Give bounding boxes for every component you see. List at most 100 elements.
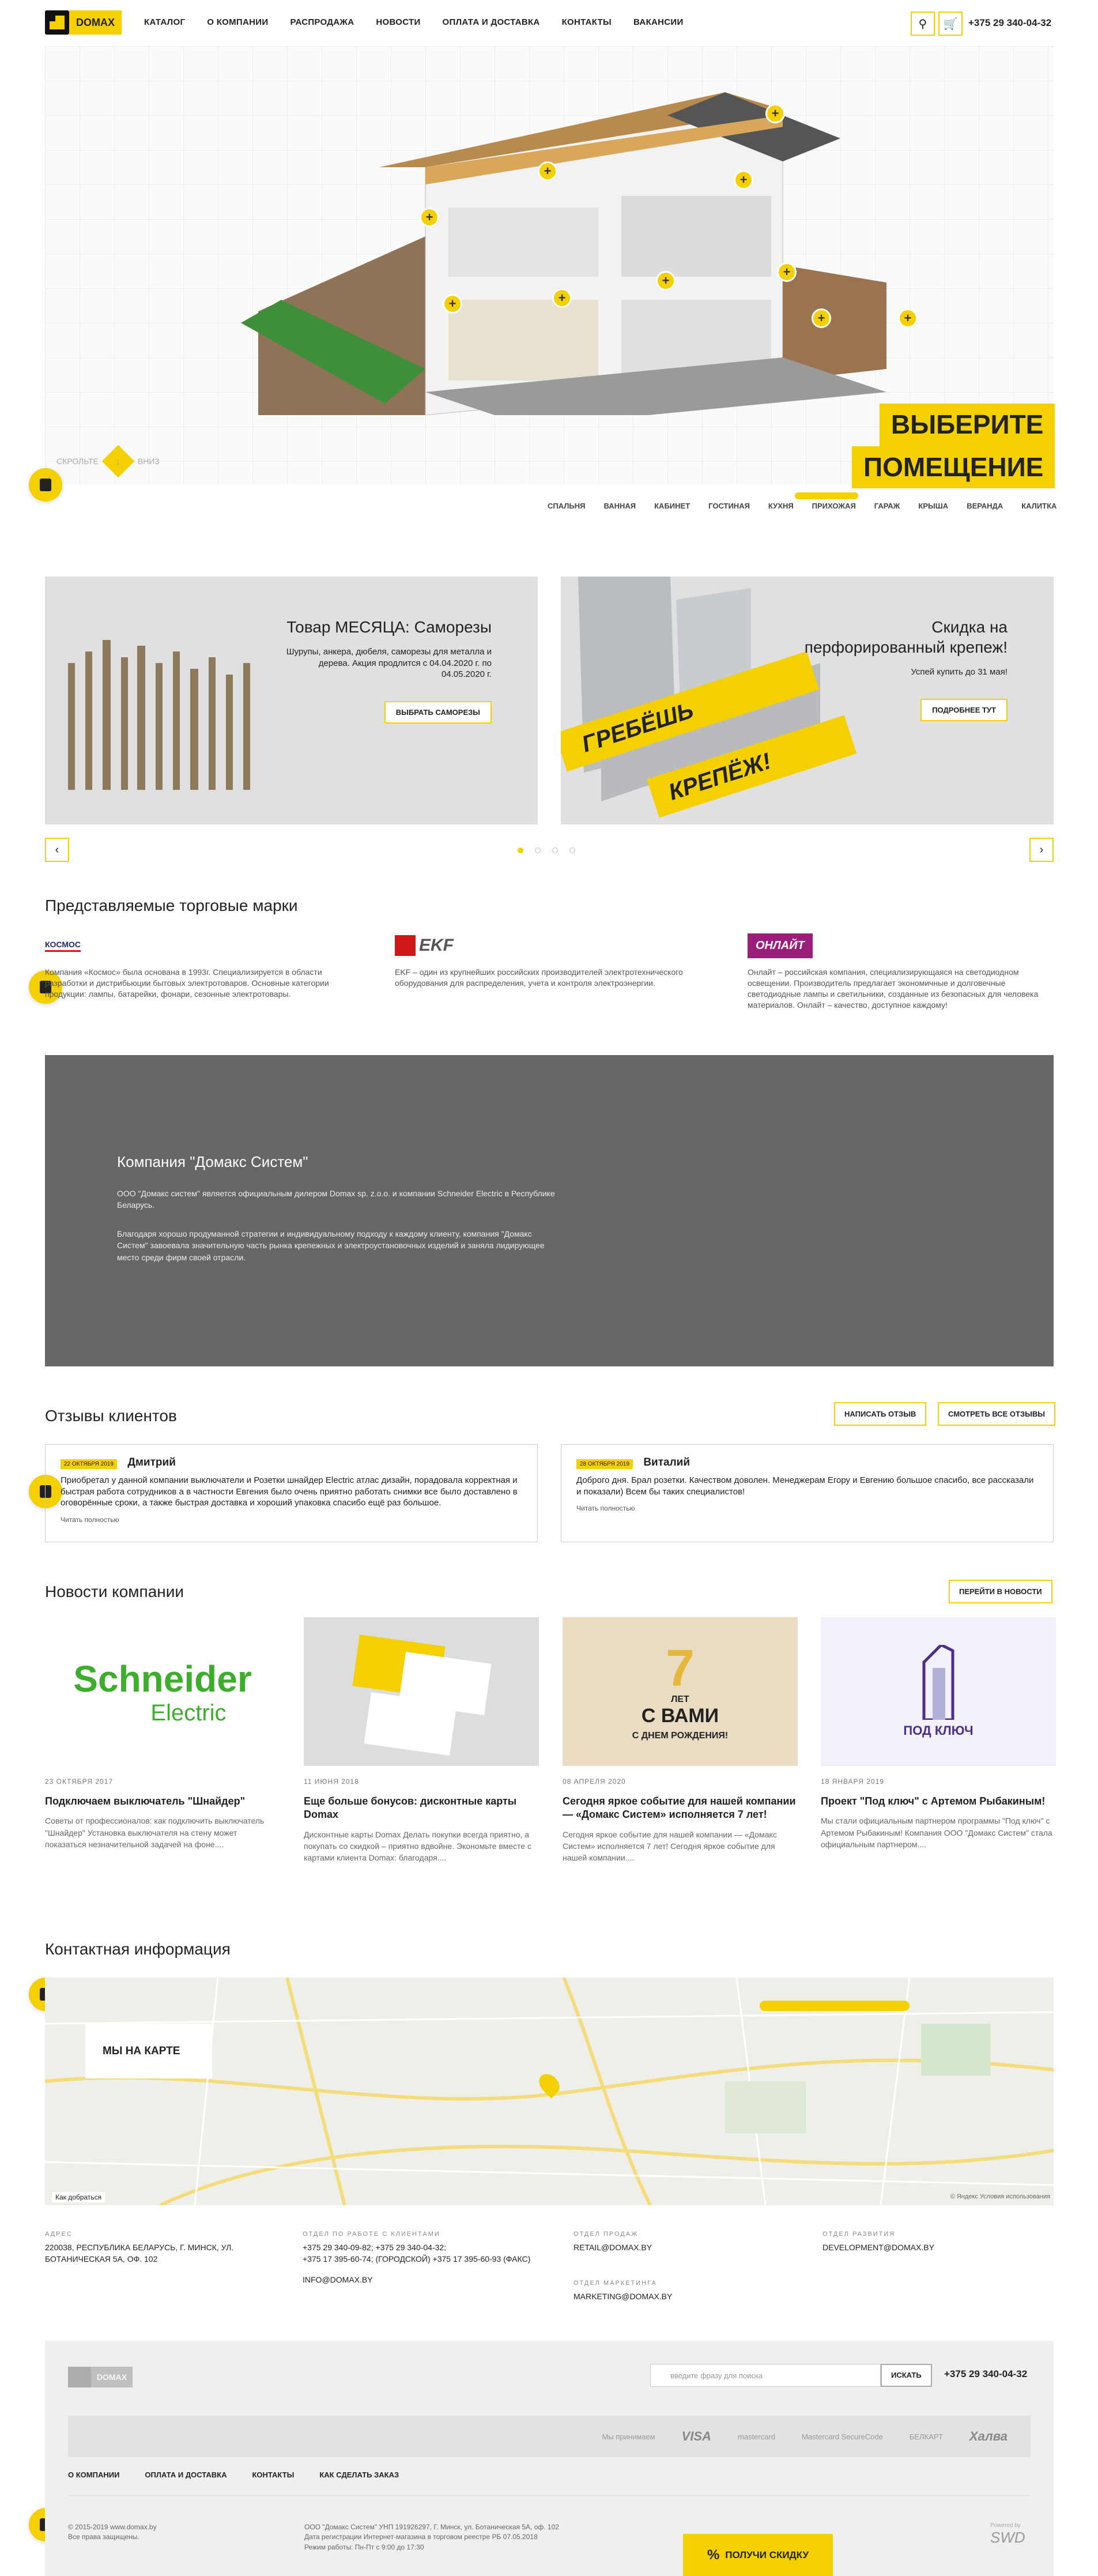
kosmos-logo[interactable]: КОСМОС [45,931,356,960]
hotspot-gate[interactable]: + [898,308,918,328]
hotspot-bedroom[interactable]: + [420,208,439,227]
go-to-news-button[interactable]: ПЕРЕЙТИ В НОВОСТИ [949,1580,1052,1603]
hotspot-roof[interactable]: + [538,161,557,181]
cart-button[interactable]: 🛒 [938,12,963,36]
slider-prev-button[interactable]: ‹ [45,838,69,862]
hotspot-office[interactable]: + [443,294,462,314]
room-tab[interactable]: КУХНЯ [768,502,794,510]
contacts-title: Контактная информация [45,1940,231,1958]
screws-image [68,640,250,790]
review-author: Дмитрий [127,1456,176,1468]
review-date: 22 ОКТЯБРЯ 2019 [61,1459,117,1469]
footer-logo[interactable]: DOMAX [68,2367,133,2387]
brand-ekf: EKF EKF – один из крупнейших российских … [395,931,695,989]
nav-payment[interactable]: ОПЛАТА И ДОСТАВКА [443,17,540,27]
site-footer: DOMAX введите фразу для поиска ИСКАТЬ +3… [45,2341,1054,2576]
chevron-right-icon: › [1039,843,1044,856]
footer-divider [68,2495,1031,2496]
promo-title: Товар МЕСЯЦА: Саморезы [286,618,492,636]
review-text: Приобретал у данной компании выключатели… [61,1475,518,1508]
news-card[interactable]: 7 ЛЕТ С ВАМИ С ДНЕМ РОЖДЕНИЯ! 08 АПРЕЛЯ … [563,1617,798,1864]
room-tab[interactable]: ВЕРАНДА [967,502,1003,510]
footer-link-contacts[interactable]: КОНТАКТЫ [252,2470,294,2479]
search-icon: ⚲ [918,17,927,31]
nav-about[interactable]: О КОМПАНИИ [207,17,268,27]
header-phone[interactable]: +375 29 340-04-32 [968,17,1051,29]
read-more-link[interactable]: Читать полностью [576,1504,1038,1512]
review-card: 22 ОКТЯБРЯ 2019 Дмитрий Приобретал у дан… [45,1444,538,1542]
halva-logo: Халва [969,2429,1008,2443]
nav-news[interactable]: НОВОСТИ [376,17,420,27]
scroll-hint[interactable]: СКРОЛЬТЕ ↓ ВНИЗ [56,445,160,478]
logo[interactable]: DOMAX [45,10,122,35]
room-tab[interactable]: КАЛИТКА [1021,502,1057,510]
map[interactable]: МЫ НА КАРТЕ Как добраться © Яндекс Услов… [45,1978,1054,2205]
get-discount-button[interactable]: % ПОЛУЧИ СКИДКУ [683,2534,833,2576]
review-author: Виталий [643,1456,691,1468]
write-review-button[interactable]: НАПИСАТЬ ОТЗЫВ [834,1402,927,1426]
hotspot-living[interactable]: + [552,288,572,308]
footer-phone[interactable]: +375 29 340-04-32 [944,2368,1027,2380]
discount-cards-image [304,1617,539,1766]
reviews-title: Отзывы клиентов [45,1407,177,1425]
room-tab[interactable]: ВАННАЯ [603,502,636,510]
news-date: 08 АПРЕЛЯ 2020 [563,1777,626,1786]
news-card[interactable]: Schneider Electric 23 ОКТЯБРЯ 2017 Подкл… [45,1617,280,1850]
room-tabs: СПАЛЬНЯ ВАННАЯ КАБИНЕТ ГОСТИНАЯ КУХНЯ ПР… [548,492,1057,510]
more-details-button[interactable]: ПОДРОБНЕЕ ТУТ [920,698,1008,721]
map-label: МЫ НА КАРТЕ [85,2024,212,2078]
news-excerpt: Дисконтные карты Domax Делать покупки вс… [304,1829,531,1863]
room-tab[interactable]: ГОСТИНАЯ [708,502,750,510]
choose-screws-button[interactable]: ВЫБРАТЬ САМОРЕЗЫ [384,701,492,724]
ekf-logo[interactable]: EKF [395,931,695,960]
map-terms[interactable]: © Яндекс Условия использования [950,2193,1050,2200]
news-headline: Подключаем выключатель "Шнайдер" [45,1795,246,1807]
promo-card-screws: Товар МЕСЯЦА: Саморезы Шурупы, анкера, д… [45,577,538,824]
footer-link-how-to-order[interactable]: КАК СДЕЛАТЬ ЗАКАЗ [319,2470,399,2479]
slider-dot[interactable] [535,848,541,853]
logo-text: DOMAX [69,10,122,35]
brand-description: Онлайт – российская компания, специализи… [748,967,1039,1010]
news-date: 18 ЯНВАРЯ 2019 [821,1777,885,1786]
review-text: Доброго дня. Брал розетки. Качеством дов… [576,1475,1034,1497]
contact-sales: ОТДЕЛ ПРОДАЖ RETAIL@DOMAX.BY ОТДЕЛ МАРКЕ… [573,2231,673,2302]
all-reviews-button[interactable]: СМОТРЕТЬ ВСЕ ОТЗЫВЫ [938,1402,1055,1426]
nav-contacts[interactable]: КОНТАКТЫ [562,17,612,27]
hotspot-garage[interactable]: + [812,308,831,328]
nav-catalog[interactable]: КАТАЛОГ [144,17,185,27]
slider-next-button[interactable]: › [1029,838,1054,862]
news-card[interactable]: 11 ИЮНЯ 2018 Еще больше бонусов: дисконт… [304,1617,539,1864]
mastercard-logo: mastercard [737,2432,775,2441]
company-text: Благодаря хорошо продуманной стратегии и… [117,1229,545,1262]
nav-vacancies[interactable]: ВАКАНСИИ [633,17,684,27]
powered-by[interactable]: Powered by SWD [990,2522,1025,2547]
birthday-image: 7 ЛЕТ С ВАМИ С ДНЕМ РОЖДЕНИЯ! [563,1617,798,1766]
read-more-link[interactable]: Читать полностью [61,1516,522,1524]
footer-link-payment[interactable]: ОПЛАТА И ДОСТАВКА [145,2470,227,2479]
building-logo-icon [922,1645,954,1720]
footer-search-button[interactable]: ИСКАТЬ [881,2364,932,2387]
hotspot-bathroom[interactable]: + [656,271,676,291]
company-text: ООО "Домакс систем" является официальным… [117,1189,555,1210]
room-tab[interactable]: ПРИХОЖАЯ [794,492,858,510]
contact-address: АДРЕС 220038, РЕСПУБЛИКА БЕЛАРУСЬ, Г. МИ… [45,2231,234,2264]
nav-sale[interactable]: РАСПРОДАЖА [290,17,354,27]
footer-link-about[interactable]: О КОМПАНИИ [68,2470,119,2479]
hotspot-kitchen[interactable]: + [777,262,797,282]
room-tab[interactable]: КРЫША [918,502,948,510]
search-button[interactable]: ⚲ [911,12,935,36]
footer-search-input[interactable]: введите фразу для поиска [650,2364,881,2387]
hotspot-attic[interactable]: + [765,104,785,123]
room-tab[interactable]: ГАРАЖ [874,502,900,510]
slider-dot[interactable] [552,848,558,853]
slider-dot[interactable] [518,848,523,853]
room-tab[interactable]: КАБИНЕТ [654,502,690,510]
map-route-link[interactable]: Как добраться [52,2192,105,2202]
catalog-fab-button[interactable] [29,468,62,502]
onlight-logo[interactable]: ОНЛАЙТ [748,931,1053,960]
hotspot-veranda[interactable]: + [734,170,753,190]
room-tab[interactable]: СПАЛЬНЯ [548,502,585,510]
slider-dot[interactable] [569,848,575,853]
belkart-logo: БЕЛКАРТ [909,2432,943,2441]
news-card[interactable]: ПОД КЛЮЧ 18 ЯНВАРЯ 2019 Проект "Под ключ… [821,1617,1056,1850]
